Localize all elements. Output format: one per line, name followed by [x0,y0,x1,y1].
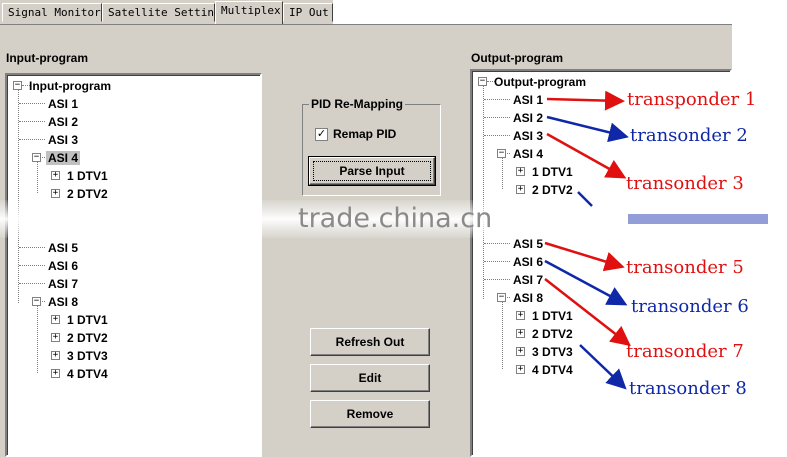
arrow-dtv3 [579,344,627,390]
annotation-transonder-6: transonder 6 [631,296,749,317]
arrow-asi5 [544,241,625,272]
arrow-dtv2 [577,191,593,207]
annotation-transonder-2: transonder 2 [630,125,748,146]
annotation-transonder-8: transonder 8 [629,378,747,399]
annotation-transponder-1: transponder 1 [627,89,757,110]
arrow-asi6 [544,259,628,306]
arrow-asi7 [544,278,631,347]
annotation-transonder-7: transonder 7 [626,341,744,362]
arrow-asi3 [546,132,627,179]
annotation-transonder-5: transonder 5 [626,257,744,278]
arrow-asi1 [546,90,625,111]
arrow-asi2 [546,115,629,143]
tab-multiplex[interactable]: Multiplex [215,1,283,24]
annotation-transonder-3: transonder 3 [626,173,744,194]
